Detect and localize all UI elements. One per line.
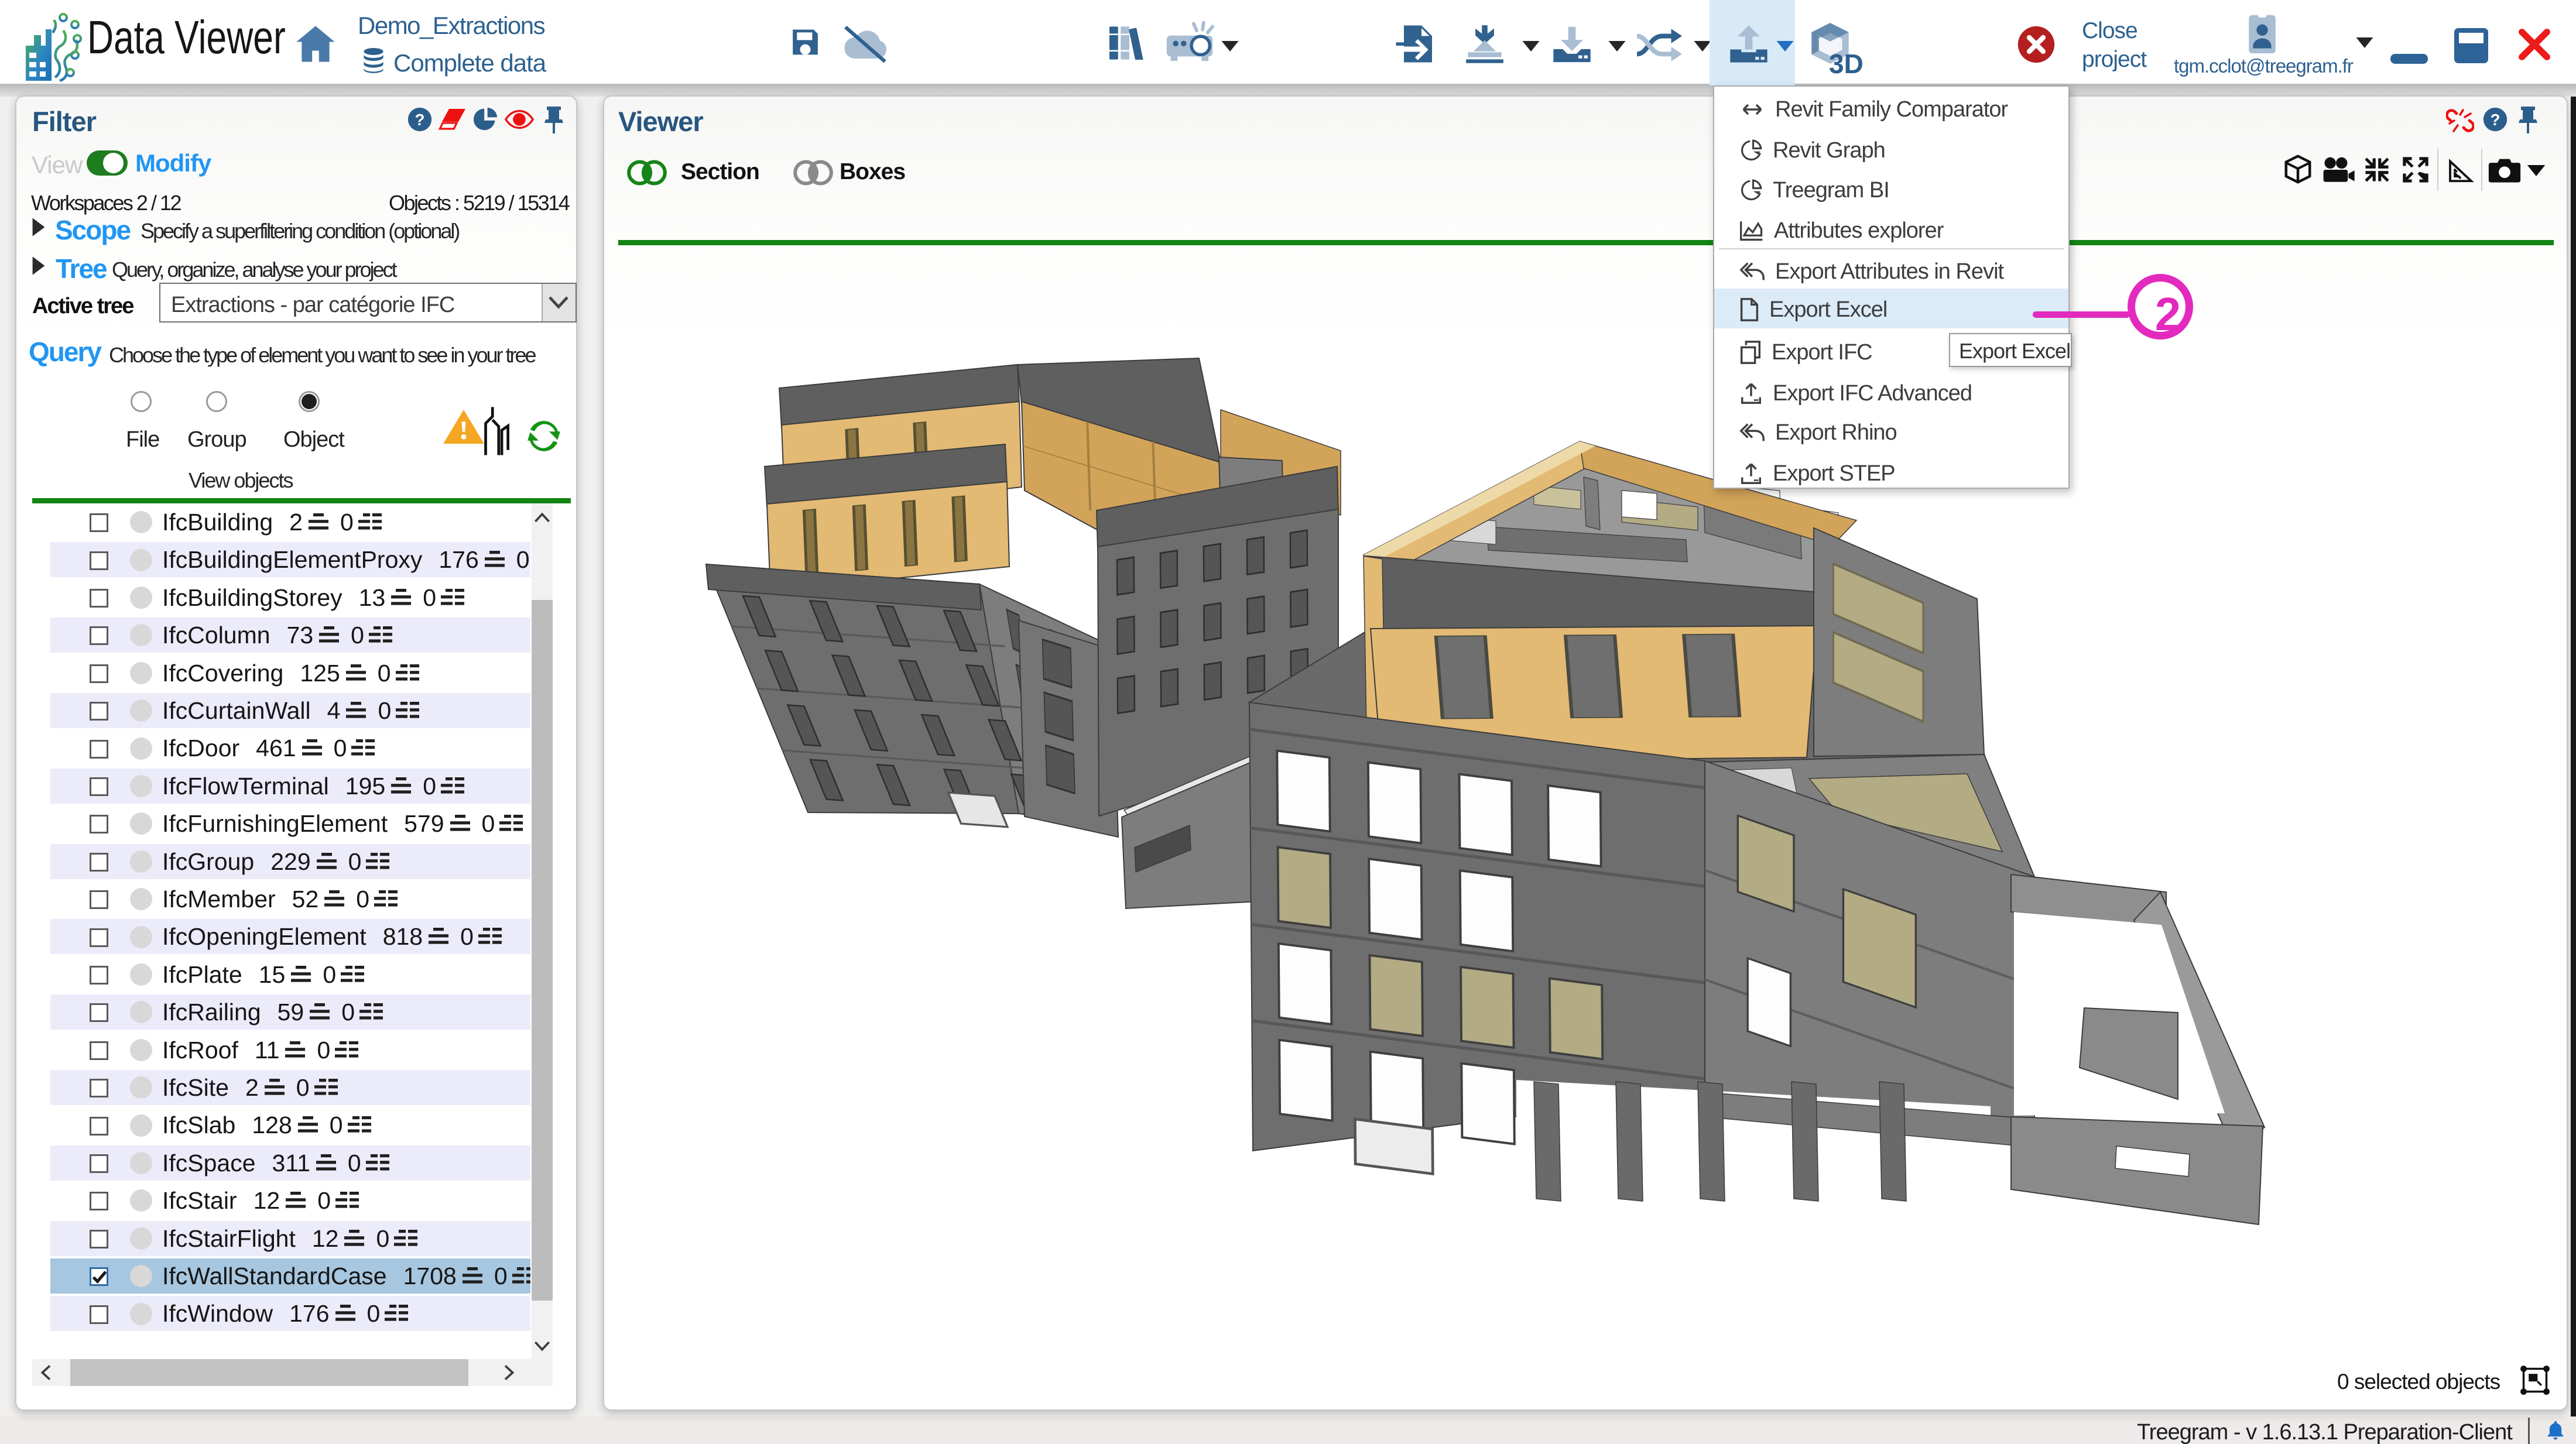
svg-text:?: ?: [2491, 111, 2500, 129]
svg-text:?: ?: [415, 111, 425, 129]
